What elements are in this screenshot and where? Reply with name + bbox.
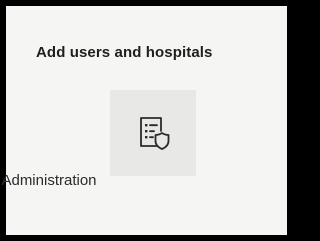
administration-tile[interactable] [110,90,196,208]
administration-label[interactable]: Administration [0,172,122,189]
document-shield-icon [133,113,173,153]
administration-icon-box[interactable] [110,90,196,176]
card-title: Add users and hospitals [36,44,213,61]
admin-card: Add users and hospitals Administration [1,6,287,235]
